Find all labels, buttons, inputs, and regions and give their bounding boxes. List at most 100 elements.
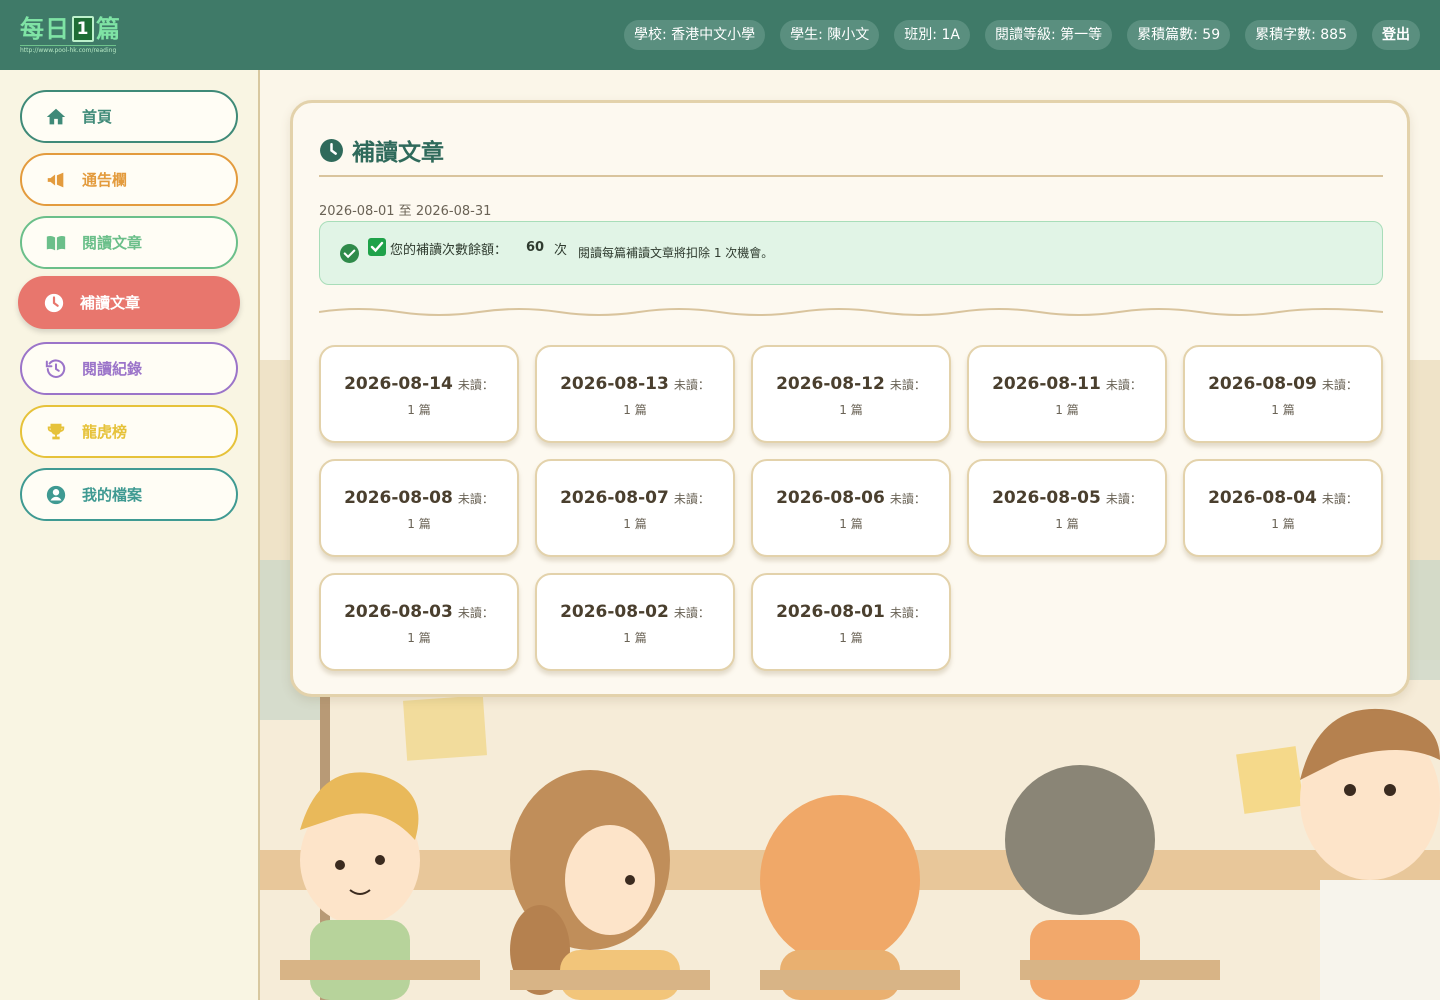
date-tile[interactable]: 2026-08-06 未讀： 1 篇 bbox=[751, 459, 951, 557]
sidebar-item-label: 閱讀紀錄 bbox=[82, 360, 143, 378]
title-divider bbox=[319, 175, 1383, 177]
tile-unread-label: 未讀： bbox=[889, 492, 926, 506]
tile-unread-label: 未讀： bbox=[457, 606, 494, 620]
tile-unread-count: 1 篇 bbox=[839, 517, 863, 531]
page-title: 補讀文章 bbox=[319, 133, 444, 167]
date-tile[interactable]: 2026-08-12 未讀： 1 篇 bbox=[751, 345, 951, 443]
wave-divider bbox=[319, 308, 1383, 316]
tile-unread-count: 1 篇 bbox=[1055, 517, 1079, 531]
user-icon bbox=[44, 483, 68, 507]
tile-unread-count: 1 篇 bbox=[407, 517, 431, 531]
tile-unread-count: 1 篇 bbox=[839, 631, 863, 645]
sidebar-item-reading-history[interactable]: 閱讀紀錄 bbox=[20, 342, 238, 395]
sidebar-item-label: 通告欄 bbox=[82, 171, 128, 189]
sidebar: 首頁 通告欄 閱讀文章 補讀文章 閱讀紀錄 龍虎榜 我的檔案 bbox=[0, 70, 260, 1000]
date-tile[interactable]: 2026-08-07 未讀： 1 篇 bbox=[535, 459, 735, 557]
date-tile[interactable]: 2026-08-14 未讀： 1 篇 bbox=[319, 345, 519, 443]
logo-text-pre: 每日 bbox=[20, 15, 70, 43]
logo-url: http://www.pool-hk.com/reading bbox=[20, 45, 117, 54]
date-tile[interactable]: 2026-08-02 未讀： 1 篇 bbox=[535, 573, 735, 671]
date-tile[interactable]: 2026-08-13 未讀： 1 篇 bbox=[535, 345, 735, 443]
sidebar-item-label: 首頁 bbox=[82, 108, 113, 126]
tile-unread-label: 未讀： bbox=[673, 492, 710, 506]
makeup-articles-panel: 補讀文章 2026-08-01 至 2026-08-31 您的補讀次數餘額： 6… bbox=[290, 100, 1410, 697]
quota-count: 60 bbox=[526, 240, 545, 255]
tile-date: 2026-08-01 bbox=[776, 602, 885, 622]
tile-unread-label: 未讀： bbox=[889, 606, 926, 620]
tile-unread-count: 1 篇 bbox=[623, 517, 647, 531]
tile-unread-count: 1 篇 bbox=[1271, 403, 1295, 417]
logo-number: 1 bbox=[72, 16, 94, 42]
clock-icon bbox=[42, 291, 66, 315]
check-circle-icon bbox=[340, 244, 359, 263]
tile-date: 2026-08-07 bbox=[560, 488, 669, 508]
quota-notice: 您的補讀次數餘額： 60 次 閱讀每篇補讀文章將扣除 1 次機會。 bbox=[319, 221, 1383, 285]
check-box-icon bbox=[368, 238, 386, 256]
tile-date: 2026-08-08 bbox=[344, 488, 453, 508]
tile-date: 2026-08-04 bbox=[1208, 488, 1317, 508]
tile-unread-count: 1 篇 bbox=[839, 403, 863, 417]
history-icon bbox=[44, 357, 68, 381]
sidebar-item-label: 龍虎榜 bbox=[82, 423, 128, 441]
sidebar-item-label: 我的檔案 bbox=[82, 486, 143, 504]
tile-unread-label: 未讀： bbox=[1321, 492, 1358, 506]
tile-unread-count: 1 篇 bbox=[623, 631, 647, 645]
tile-unread-label: 未讀： bbox=[457, 378, 494, 392]
date-tile[interactable]: 2026-08-11 未讀： 1 篇 bbox=[967, 345, 1167, 443]
tile-date: 2026-08-13 bbox=[560, 374, 669, 394]
sidebar-item-label: 閱讀文章 bbox=[82, 234, 143, 252]
sidebar-item-makeup-articles[interactable]: 補讀文章 bbox=[18, 276, 240, 329]
tile-unread-count: 1 篇 bbox=[407, 631, 431, 645]
home-icon bbox=[44, 105, 68, 129]
articles-count-badge: 累積篇數: 59 bbox=[1127, 20, 1231, 50]
date-tile[interactable]: 2026-08-03 未讀： 1 篇 bbox=[319, 573, 519, 671]
words-count-badge: 累積字數: 885 bbox=[1245, 20, 1357, 50]
date-tile[interactable]: 2026-08-01 未讀： 1 篇 bbox=[751, 573, 951, 671]
sidebar-item-my-profile[interactable]: 我的檔案 bbox=[20, 468, 238, 521]
page-title-text: 補讀文章 bbox=[352, 140, 444, 166]
date-range: 2026-08-01 至 2026-08-31 bbox=[319, 204, 492, 219]
tile-date: 2026-08-11 bbox=[992, 374, 1101, 394]
top-header: 每日 1 篇 http://www.pool-hk.com/reading 學校… bbox=[0, 0, 1440, 70]
date-tile[interactable]: 2026-08-05 未讀： 1 篇 bbox=[967, 459, 1167, 557]
header-info: 學校: 香港中文小學 學生: 陳小文 班別: 1A 閱讀等級: 第一等 累積篇數… bbox=[623, 20, 1420, 50]
sidebar-item-leaderboard[interactable]: 龍虎榜 bbox=[20, 405, 238, 458]
tile-unread-count: 1 篇 bbox=[407, 403, 431, 417]
tile-date: 2026-08-03 bbox=[344, 602, 453, 622]
sidebar-item-home[interactable]: 首頁 bbox=[20, 90, 238, 143]
tile-unread-label: 未讀： bbox=[1105, 492, 1142, 506]
student-badge: 學生: 陳小文 bbox=[780, 20, 880, 50]
book-icon bbox=[44, 231, 68, 255]
tile-unread-label: 未讀： bbox=[673, 606, 710, 620]
tile-unread-count: 1 篇 bbox=[1055, 403, 1079, 417]
quota-note: 閱讀每篇補讀文章將扣除 1 次機會。 bbox=[578, 246, 774, 260]
date-tile[interactable]: 2026-08-08 未讀： 1 篇 bbox=[319, 459, 519, 557]
trophy-icon bbox=[44, 420, 68, 444]
site-logo[interactable]: 每日 1 篇 http://www.pool-hk.com/reading bbox=[20, 16, 140, 54]
tile-unread-count: 1 篇 bbox=[623, 403, 647, 417]
tile-unread-label: 未讀： bbox=[1105, 378, 1142, 392]
tile-date: 2026-08-06 bbox=[776, 488, 885, 508]
logo-text-post: 篇 bbox=[96, 15, 121, 43]
school-badge: 學校: 香港中文小學 bbox=[623, 20, 766, 50]
sidebar-item-notices[interactable]: 通告欄 bbox=[20, 153, 238, 206]
tile-date: 2026-08-09 bbox=[1208, 374, 1317, 394]
sidebar-item-read-articles[interactable]: 閱讀文章 bbox=[20, 216, 238, 269]
tile-unread-label: 未讀： bbox=[1321, 378, 1358, 392]
megaphone-icon bbox=[44, 168, 68, 192]
quota-unit: 次 bbox=[554, 243, 568, 258]
quota-label: 您的補讀次數餘額： bbox=[390, 243, 508, 258]
class-badge: 班別: 1A bbox=[894, 20, 970, 50]
tile-unread-count: 1 篇 bbox=[1271, 517, 1295, 531]
tile-date: 2026-08-12 bbox=[776, 374, 885, 394]
tile-date: 2026-08-02 bbox=[560, 602, 669, 622]
tile-unread-label: 未讀： bbox=[673, 378, 710, 392]
clock-icon bbox=[320, 138, 343, 162]
date-tile[interactable]: 2026-08-04 未讀： 1 篇 bbox=[1183, 459, 1383, 557]
date-tile[interactable]: 2026-08-09 未讀： 1 篇 bbox=[1183, 345, 1383, 443]
tile-unread-label: 未讀： bbox=[457, 492, 494, 506]
sidebar-item-label: 補讀文章 bbox=[80, 294, 141, 312]
tile-unread-label: 未讀： bbox=[889, 378, 926, 392]
logout-button[interactable]: 登出 bbox=[1372, 20, 1420, 50]
tile-date: 2026-08-05 bbox=[992, 488, 1101, 508]
